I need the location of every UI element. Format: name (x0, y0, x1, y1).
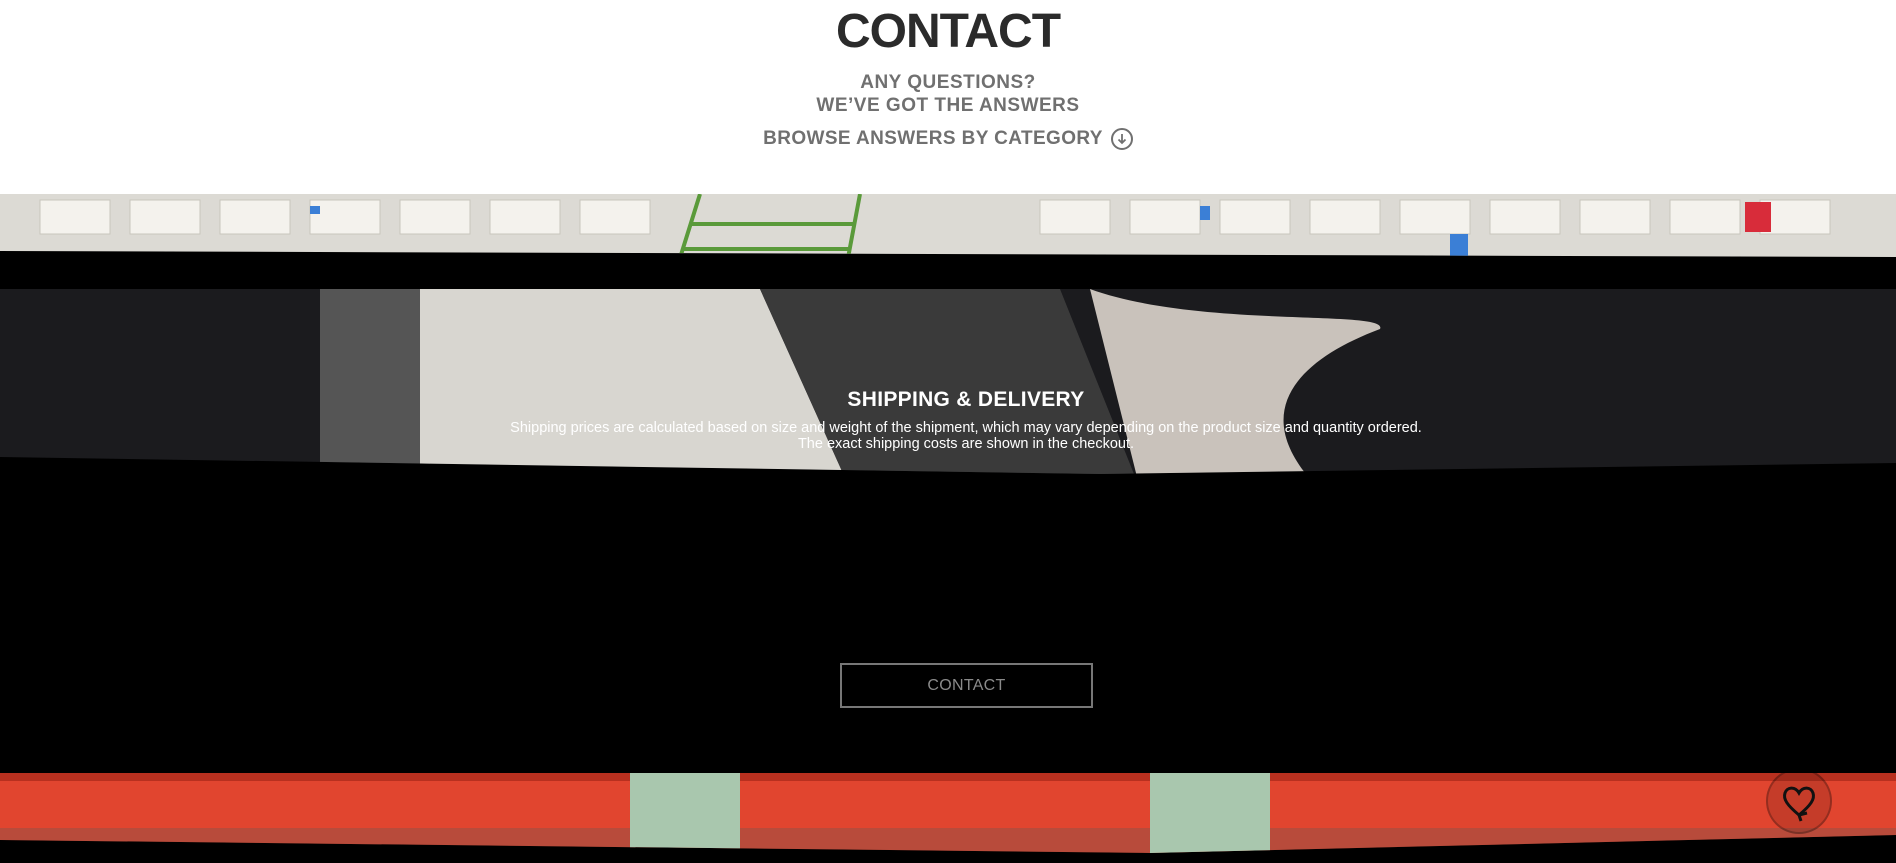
section-text-line-1: Shipping prices are calculated based on … (510, 420, 1422, 436)
heart-cycle-icon[interactable] (1766, 768, 1832, 834)
page-title: CONTACT (835, 5, 1061, 58)
page-header: CONTACT ANY QUESTIONS? WE’VE GOT THE ANS… (0, 0, 1896, 194)
photo-band-shelves (0, 194, 1896, 257)
browse-label: BROWSE ANSWERS BY CATEGORY (763, 128, 1103, 149)
arrow-down-circle-icon (1110, 128, 1133, 150)
shipping-section: SHIPPING & DELIVERY Shipping prices are … (0, 388, 1896, 452)
contact-button[interactable]: CONTACT (840, 663, 1093, 708)
section-heading: SHIPPING & DELIVERY (847, 388, 1085, 411)
section-text-line-2: The exact shipping costs are shown in th… (797, 436, 1135, 452)
photo-band-red (0, 773, 1896, 853)
hero-background (0, 194, 1896, 863)
browse-categories-link[interactable]: BROWSE ANSWERS BY CATEGORY (0, 128, 1896, 150)
subtitle-line-2: WE’VE GOT THE ANSWERS (816, 95, 1080, 116)
subtitle-line-1: ANY QUESTIONS? (860, 72, 1036, 93)
